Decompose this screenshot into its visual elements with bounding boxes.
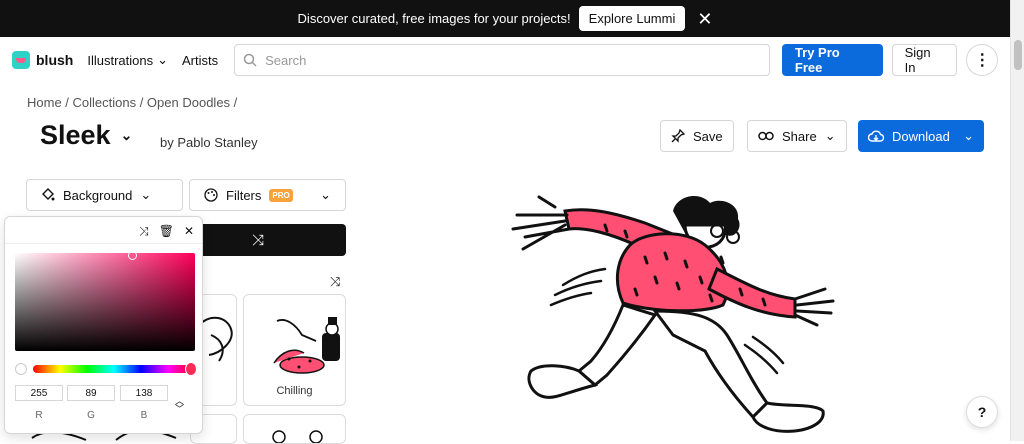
cloud-download-icon (868, 130, 884, 142)
saturation-value-area[interactable] (15, 251, 195, 351)
search-placeholder: Search (265, 52, 307, 68)
sign-in-button[interactable]: Sign In (891, 44, 958, 76)
breadcrumb[interactable]: Home / Collections / Open Doodles / (27, 95, 237, 110)
pin-icon (671, 129, 685, 143)
more-options-icon[interactable]: ⋮ (966, 44, 998, 76)
background-dropdown[interactable]: Background ⌄ (26, 179, 183, 211)
filters-dropdown[interactable]: Filters PRO ⌄ (189, 179, 346, 211)
illustrations-menu[interactable]: Illustrations ⌄ (87, 52, 168, 68)
color-picker-popover: ⤨ 🗑 ✕ 255 89 138 R G B ︿ ﹀ (4, 216, 203, 434)
blue-input[interactable]: 138 (120, 385, 168, 401)
share-button[interactable]: Share ⌄ (747, 120, 847, 152)
blue-label: B (140, 410, 148, 421)
link-icon (758, 131, 774, 141)
search-input[interactable]: Search (234, 44, 770, 76)
collection-title[interactable]: Sleek ⌄ (40, 120, 132, 151)
picker-toolbar: ⤨ 🗑 ✕ (139, 224, 194, 239)
illustration-card[interactable] (243, 414, 346, 444)
divider (5, 243, 202, 244)
search-icon (243, 53, 257, 67)
format-toggle-icon[interactable]: ︿ ﹀ (175, 397, 184, 414)
chevron-down-icon: ⌄ (963, 128, 974, 143)
banner-text: Discover curated, free images for your p… (297, 11, 571, 26)
green-label: G (87, 410, 95, 421)
chevron-down-icon: ⌄ (157, 52, 168, 67)
doodle-thumbnail (272, 430, 323, 443)
paint-bucket-icon (41, 188, 55, 202)
trash-icon[interactable]: 🗑 (159, 224, 174, 239)
announcement-banner: Discover curated, free images for your p… (0, 0, 1010, 37)
close-icon[interactable]: ✕ (184, 224, 194, 239)
blush-logo-icon (12, 51, 30, 69)
saturation-handle[interactable] (128, 251, 137, 260)
filters-label: Filters (226, 187, 262, 203)
download-button[interactable]: Download ⌄ (858, 120, 984, 152)
red-input[interactable]: 255 (15, 385, 63, 401)
illustration-card[interactable]: Chilling (243, 294, 346, 406)
chevron-down-icon: ⌄ (120, 127, 133, 143)
running-person-illustration (511, 195, 835, 433)
download-label: Download (892, 128, 950, 144)
hue-slider[interactable] (33, 362, 197, 376)
hue-handle[interactable] (185, 362, 197, 376)
page-title: Sleek (40, 120, 111, 150)
author-credit[interactable]: by Pablo Stanley (160, 135, 258, 150)
top-nav: blush Illustrations ⌄ Artists Search Try… (0, 37, 1010, 83)
brand-name: blush (36, 52, 74, 68)
background-label: Background (63, 187, 133, 203)
illustrations-label: Illustrations (87, 52, 154, 68)
palette-icon (204, 188, 218, 202)
shuffle-icon: ⤨ (251, 231, 264, 249)
chevron-down-icon: ⌄ (320, 187, 331, 202)
page-scrollbar[interactable] (1010, 0, 1024, 441)
shuffle-icon[interactable]: ⤨ (330, 274, 340, 290)
eyedropper-icon[interactable] (15, 363, 27, 375)
brand-logo[interactable]: blush (12, 51, 73, 69)
save-button[interactable]: Save (660, 120, 734, 152)
close-banner-icon[interactable]: ✕ (697, 10, 712, 28)
chilling-thumbnail (273, 317, 340, 374)
illustration-label: Chilling (276, 385, 313, 397)
scrollbar-thumb[interactable] (1014, 40, 1022, 70)
green-input[interactable]: 89 (67, 385, 115, 401)
save-label: Save (693, 128, 723, 144)
share-label: Share (782, 128, 817, 144)
chevron-down-icon: ⌄ (824, 128, 836, 143)
shuffle-icon[interactable]: ⤨ (139, 224, 149, 239)
explore-lummi-button[interactable]: Explore Lummi (578, 6, 686, 31)
pro-badge: PRO (269, 188, 293, 202)
artists-link[interactable]: Artists (182, 53, 218, 68)
red-label: R (35, 410, 43, 421)
try-pro-button[interactable]: Try Pro Free (781, 44, 883, 76)
help-button[interactable]: ? (966, 396, 998, 428)
chevron-down-icon: ⌄ (140, 187, 152, 202)
